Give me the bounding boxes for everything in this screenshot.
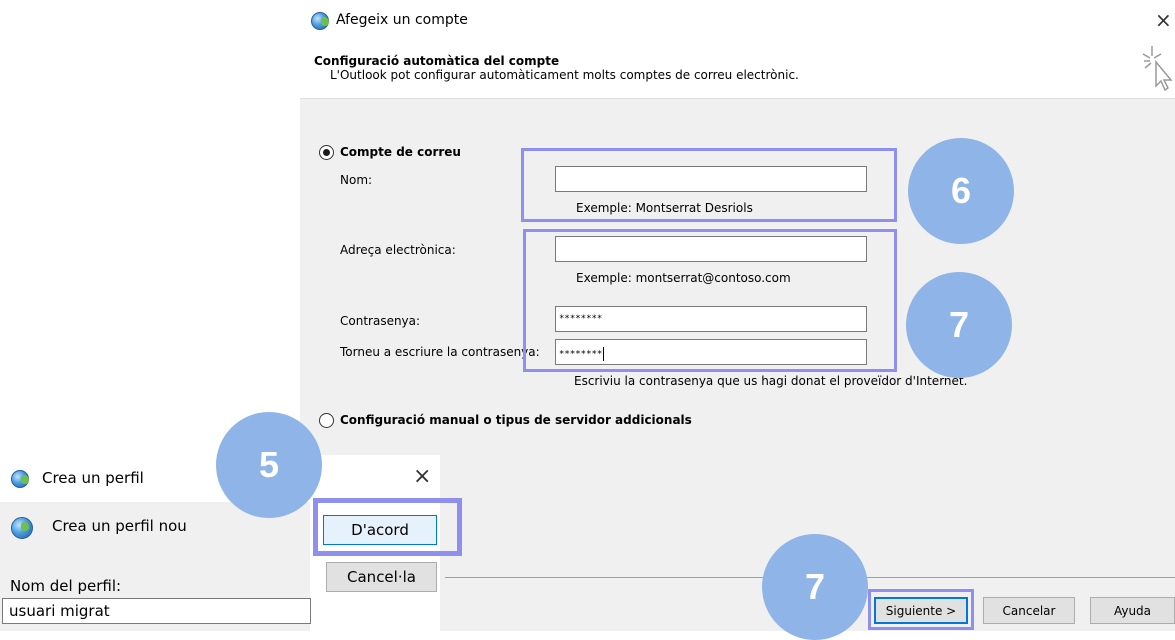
close-icon[interactable]: × [1155,8,1172,32]
manual-config-radio[interactable] [319,413,334,428]
step-7-callout: 7 [906,272,1012,378]
dialog-header: Configuració automàtica del compte L'Out… [300,42,1175,99]
email-label: Adreça electrònica: [340,243,456,257]
highlight-ok-button-box [313,498,462,556]
cancel-button[interactable]: Cancelar [983,597,1075,624]
dialog-title: Afegeix un compte [336,12,468,28]
highlight-name-box [521,148,897,222]
outlook-globe-icon [11,517,33,539]
header-title: Configuració automàtica del compte [314,54,560,68]
outlook-globe-icon [11,470,29,488]
close-icon[interactable]: × [413,464,431,489]
dialog-titlebar: Afegeix un compte × [300,0,1175,42]
step-7-callout: 7 [762,534,868,640]
profile-name-input[interactable] [2,598,311,624]
retype-password-label: Torneu a escriure la contrasenya: [340,345,540,359]
email-account-radio[interactable] [319,145,334,160]
create-profile-title: Crea un perfil [42,469,144,487]
header-subtitle: L'Outlook pot configurar automàticament … [330,68,799,82]
manual-config-label: Configuració manual o tipus de servidor … [340,413,692,427]
password-label: Contrasenya: [340,314,421,328]
cursor-sparkle-icon [1142,46,1173,92]
outlook-globe-icon [311,12,329,30]
profile-name-label: Nom del perfil: [10,577,122,595]
password-hint: Escriviu la contrasenya que us hagi dona… [574,374,968,388]
name-label: Nom: [340,173,373,187]
create-profile-subtitle: Crea un perfil nou [52,517,187,535]
profile-cancel-button[interactable]: Cancel·la [326,562,437,592]
email-account-label: Compte de correu [340,145,461,159]
highlight-email-password-box [523,229,897,372]
highlight-next-button-box [868,589,974,630]
step-5-callout: 5 [216,412,322,518]
help-button[interactable]: Ayuda [1090,597,1175,624]
step-6-callout: 6 [908,138,1014,244]
